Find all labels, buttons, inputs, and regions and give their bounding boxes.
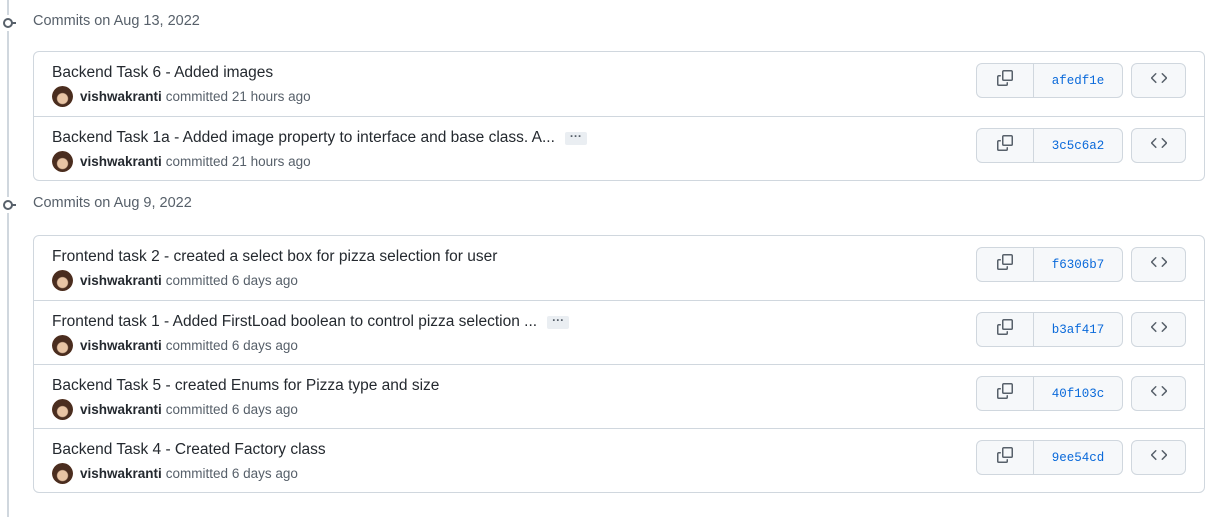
commit-sha-link[interactable]: f6306b7 <box>1034 248 1122 281</box>
commit-message-link[interactable]: Backend Task 6 - Added images <box>52 64 273 82</box>
sha-button-group: 9ee54cd <box>976 440 1123 475</box>
browse-repo-button[interactable] <box>1131 63 1186 98</box>
browse-repo-button[interactable] <box>1131 128 1186 163</box>
commit-group-header: Commits on Aug 13, 2022 <box>0 0 1223 51</box>
expand-message-button[interactable]: ··· <box>564 130 587 145</box>
copy-icon <box>997 383 1013 404</box>
commit-meta: vishwakranti committed 6 days ago <box>52 270 298 291</box>
code-icon <box>1151 383 1167 404</box>
copy-sha-button[interactable] <box>977 441 1034 474</box>
commit-sha-link[interactable]: 3c5c6a2 <box>1034 129 1122 162</box>
commit-group-title: Commits on Aug 13, 2022 <box>33 13 200 29</box>
sha-button-group: 40f103c <box>976 376 1123 411</box>
commit-list: Commits on Aug 13, 2022 Backend Task 6 - … <box>0 0 1223 493</box>
author-link[interactable]: vishwakranti <box>80 154 162 169</box>
sha-button-group: 3c5c6a2 <box>976 128 1123 163</box>
code-icon <box>1151 447 1167 468</box>
sha-button-group: afedf1e <box>976 63 1123 98</box>
code-icon <box>1151 254 1167 275</box>
avatar-image <box>52 270 73 291</box>
commit-message-link[interactable]: Backend Task 5 - created Enums for Pizza… <box>52 377 439 395</box>
author-link[interactable]: vishwakranti <box>80 273 162 288</box>
author-link[interactable]: vishwakranti <box>80 402 162 417</box>
commit-sha-link[interactable]: b3af417 <box>1034 313 1122 346</box>
commit-title-line: Backend Task 4 - Created Factory class <box>52 441 326 459</box>
avatar[interactable] <box>52 86 73 107</box>
avatar-image <box>52 463 73 484</box>
commit-meta: vishwakranti committed 6 days ago <box>52 399 298 420</box>
commit-message-link[interactable]: Backend Task 4 - Created Factory class <box>52 441 326 459</box>
commit-title-line: Backend Task 1a - Added image property t… <box>52 129 587 147</box>
sha-button-group: f6306b7 <box>976 247 1123 282</box>
commit-group: Commits on Aug 9, 2022 Frontend task 2 - … <box>0 181 1223 493</box>
git-commit-icon <box>0 15 16 31</box>
author-link[interactable]: vishwakranti <box>80 89 162 104</box>
expand-message-button[interactable]: ··· <box>547 314 570 329</box>
copy-icon <box>997 319 1013 340</box>
avatar[interactable] <box>52 270 73 291</box>
copy-sha-button[interactable] <box>977 64 1034 97</box>
commit-message-link[interactable]: Frontend task 1 - Added FirstLoad boolea… <box>52 313 537 331</box>
commit-title-line: Backend Task 5 - created Enums for Pizza… <box>52 377 439 395</box>
copy-sha-button[interactable] <box>977 377 1034 410</box>
commit-row: Backend Task 5 - created Enums for Pizza… <box>34 364 1204 428</box>
browse-repo-button[interactable] <box>1131 312 1186 347</box>
author-link[interactable]: vishwakranti <box>80 338 162 353</box>
commit-meta: vishwakranti committed 6 days ago <box>52 463 298 484</box>
commit-group-header: Commits on Aug 9, 2022 <box>0 181 1223 235</box>
copy-sha-button[interactable] <box>977 129 1034 162</box>
commit-sha-link[interactable]: 40f103c <box>1034 377 1122 410</box>
copy-icon <box>997 254 1013 275</box>
commit-title-line: Backend Task 6 - Added images <box>52 64 273 82</box>
commit-box: Frontend task 2 - created a select box f… <box>33 235 1205 493</box>
copy-icon <box>997 447 1013 468</box>
commit-box: Backend Task 6 - Added images vishwakrant… <box>33 51 1205 181</box>
commit-time: committed 21 hours ago <box>165 154 311 169</box>
avatar[interactable] <box>52 335 73 356</box>
code-icon <box>1151 70 1167 91</box>
commit-time: committed 21 hours ago <box>165 89 311 104</box>
commit-group-title: Commits on Aug 9, 2022 <box>33 195 192 211</box>
commit-meta: vishwakranti committed 21 hours ago <box>52 151 311 172</box>
commit-title-line: Frontend task 1 - Added FirstLoad boolea… <box>52 313 570 331</box>
commit-time: committed 6 days ago <box>165 273 298 288</box>
commit-time: committed 6 days ago <box>165 402 298 417</box>
avatar-image <box>52 151 73 172</box>
copy-icon <box>997 70 1013 91</box>
copy-icon <box>997 135 1013 156</box>
commit-meta: vishwakranti committed 21 hours ago <box>52 86 311 107</box>
commit-title-line: Frontend task 2 - created a select box f… <box>52 248 497 266</box>
code-icon <box>1151 319 1167 340</box>
commit-time: committed 6 days ago <box>165 466 298 481</box>
avatar[interactable] <box>52 151 73 172</box>
commit-message-link[interactable]: Frontend task 2 - created a select box f… <box>52 248 497 266</box>
commit-meta: vishwakranti committed 6 days ago <box>52 335 298 356</box>
author-link[interactable]: vishwakranti <box>80 466 162 481</box>
commit-row: Backend Task 6 - Added images vishwakrant… <box>34 52 1204 116</box>
commit-row: Backend Task 1a - Added image property t… <box>34 116 1204 180</box>
commit-message-link[interactable]: Backend Task 1a - Added image property t… <box>52 129 555 147</box>
browse-repo-button[interactable] <box>1131 376 1186 411</box>
copy-sha-button[interactable] <box>977 248 1034 281</box>
avatar[interactable] <box>52 399 73 420</box>
avatar-image <box>52 335 73 356</box>
commit-time: committed 6 days ago <box>165 338 298 353</box>
commit-row: Frontend task 2 - created a select box f… <box>34 236 1204 300</box>
commit-sha-link[interactable]: 9ee54cd <box>1034 441 1122 474</box>
commit-row: Backend Task 4 - Created Factory class vi… <box>34 428 1204 492</box>
git-commit-icon <box>0 197 16 213</box>
avatar[interactable] <box>52 463 73 484</box>
browse-repo-button[interactable] <box>1131 247 1186 282</box>
avatar-image <box>52 399 73 420</box>
commit-sha-link[interactable]: afedf1e <box>1034 64 1122 97</box>
avatar-image <box>52 86 73 107</box>
browse-repo-button[interactable] <box>1131 440 1186 475</box>
commit-row: Frontend task 1 - Added FirstLoad boolea… <box>34 300 1204 364</box>
copy-sha-button[interactable] <box>977 313 1034 346</box>
commit-group: Commits on Aug 13, 2022 Backend Task 6 - … <box>0 0 1223 181</box>
sha-button-group: b3af417 <box>976 312 1123 347</box>
code-icon <box>1151 135 1167 156</box>
